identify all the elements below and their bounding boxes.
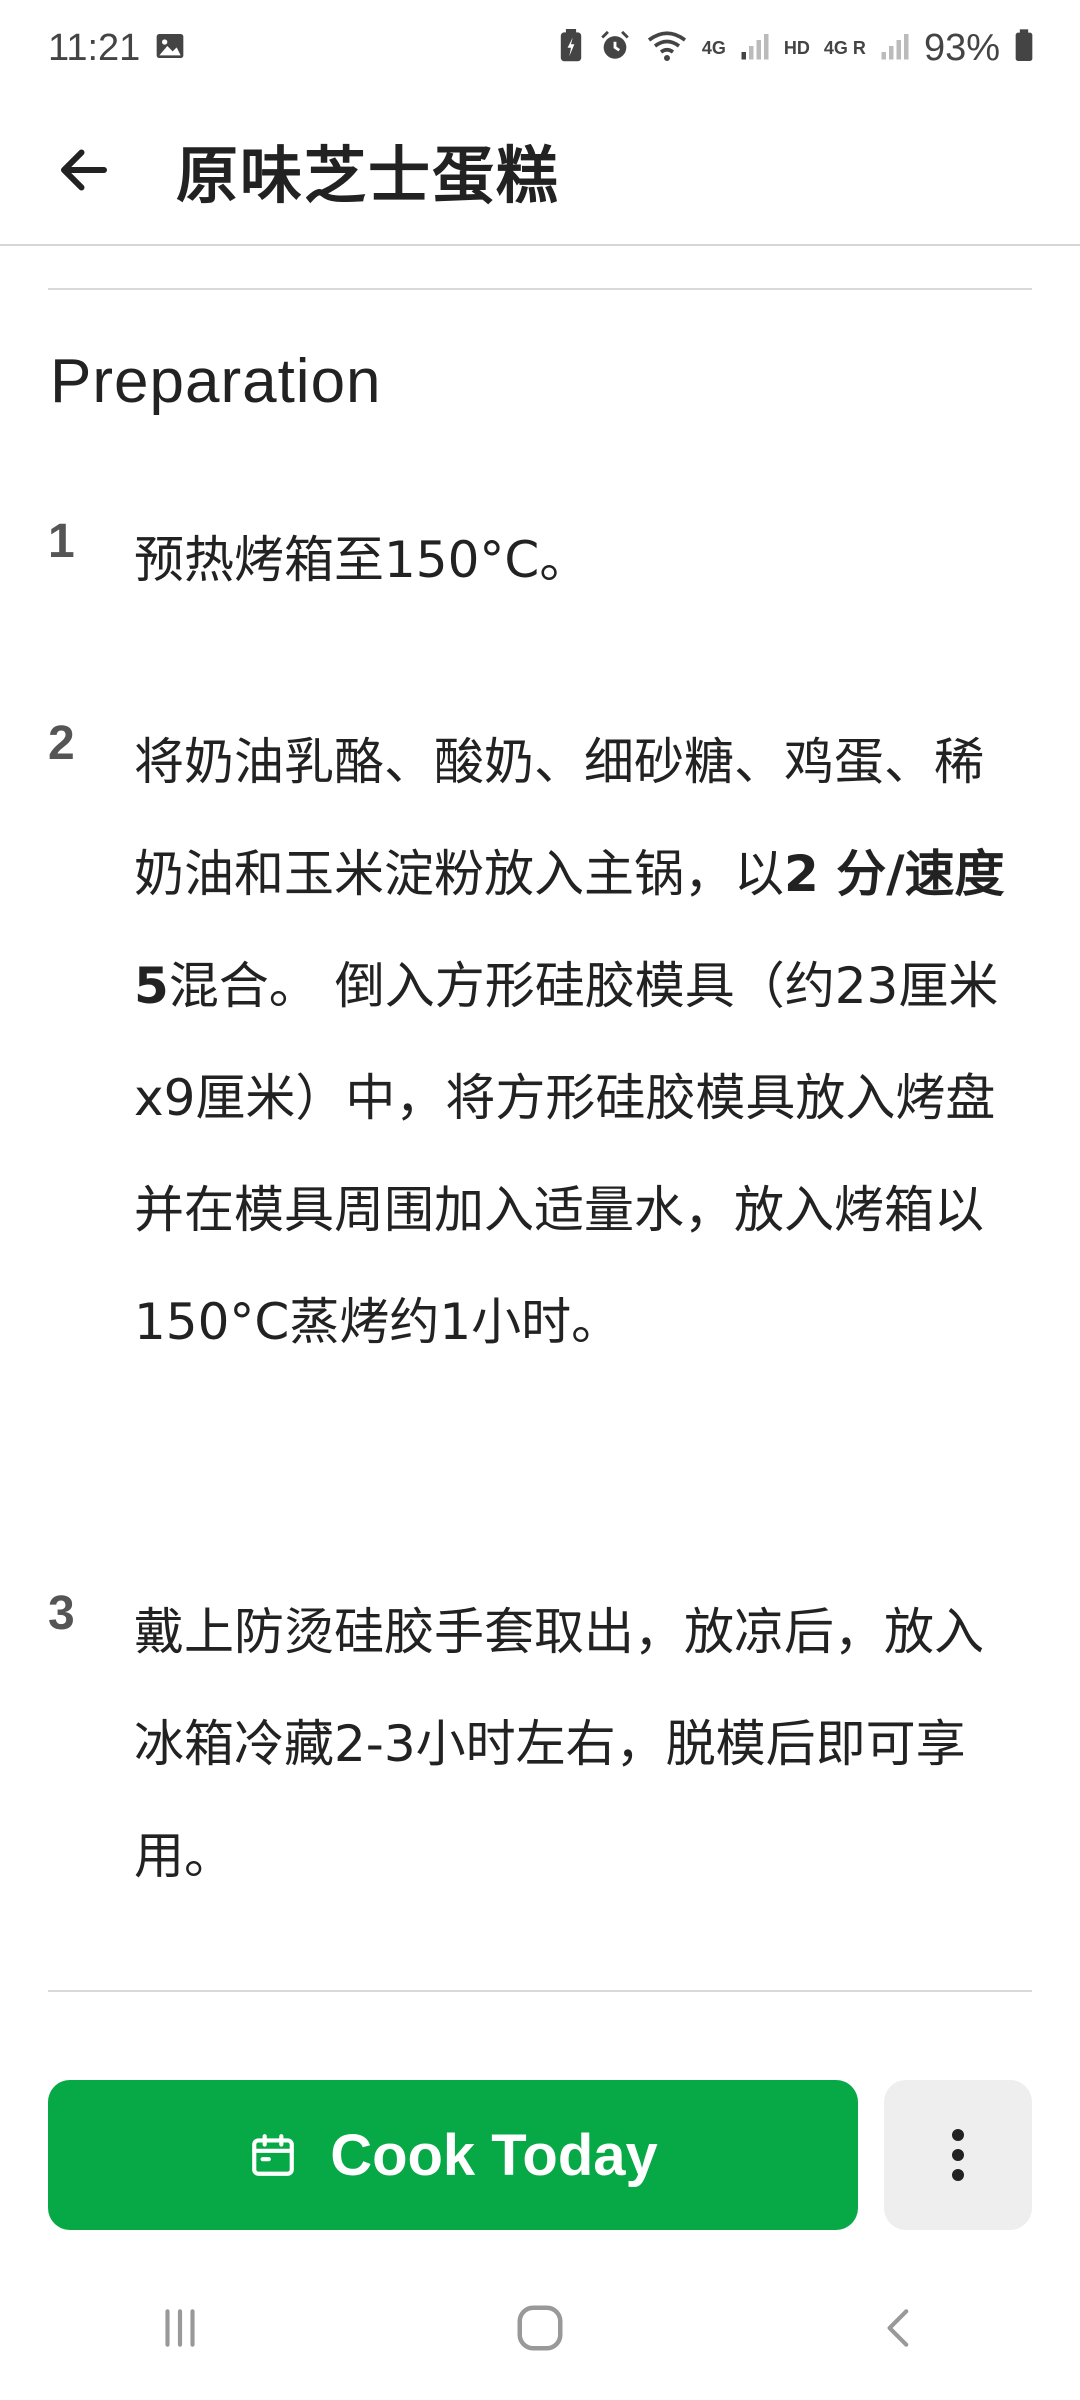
cook-today-label: Cook Today bbox=[330, 2122, 658, 2188]
alarm-icon bbox=[598, 29, 632, 67]
hd-label: HD bbox=[783, 37, 810, 58]
page-title: 原味芝士蛋糕 bbox=[176, 139, 561, 212]
recipe-content[interactable]: Preparation 1 预热烤箱至150°C。 2 将奶油乳酪、酸奶、细砂糖… bbox=[0, 246, 1080, 2056]
status-right: 4G HD 4G R 93% bbox=[558, 27, 1034, 70]
section-heading-preparation: Preparation bbox=[50, 347, 382, 416]
more-options-button[interactable] bbox=[884, 2080, 1032, 2230]
back-button[interactable] bbox=[34, 120, 134, 220]
screen: 11:21 4G HD 4G R 93% 原味芝士蛋糕 Preparation … bbox=[0, 0, 1080, 2400]
status-left: 11:21 bbox=[48, 27, 186, 70]
home-icon bbox=[517, 2305, 563, 2351]
step-text: 预热烤箱至150°C。 bbox=[134, 531, 590, 589]
step-number: 3 bbox=[48, 1587, 75, 1640]
chevron-back-icon bbox=[887, 2309, 909, 2347]
battery-saver-icon bbox=[558, 29, 584, 67]
battery-percent: 93% bbox=[923, 26, 1000, 69]
nav-home-button[interactable] bbox=[460, 2278, 620, 2378]
status-bar: 11:21 4G HD 4G R 93% bbox=[0, 0, 1080, 96]
nav-recents-button[interactable] bbox=[100, 2278, 260, 2378]
recents-icon bbox=[165, 2309, 195, 2347]
divider bbox=[48, 1990, 1032, 1992]
arrow-back-icon bbox=[61, 149, 107, 191]
network-4g-label: 4G bbox=[701, 37, 726, 58]
app-bar: 原味芝士蛋糕 bbox=[0, 96, 1080, 246]
step-text: 将奶油乳酪、酸奶、细砂糖、鸡蛋、稀奶油和玉米淀粉放入主锅，以2 分/速度 5混合… bbox=[134, 706, 1032, 1378]
gallery-icon bbox=[154, 30, 186, 66]
step-text: 戴上防烫硅胶手套取出，放凉后，放入冰箱冷藏2-3小时左右，脱模后即可享用。 bbox=[134, 1603, 984, 1885]
signal-icon bbox=[740, 31, 770, 65]
signal-icon-2 bbox=[880, 31, 910, 65]
nav-back-button[interactable] bbox=[820, 2278, 980, 2378]
step-number: 1 bbox=[48, 515, 75, 568]
cook-today-button[interactable]: Cook Today bbox=[48, 2080, 858, 2230]
battery-icon bbox=[1014, 29, 1034, 67]
wifi-icon bbox=[646, 29, 688, 67]
more-vertical-icon bbox=[952, 2129, 964, 2181]
divider bbox=[48, 288, 1032, 290]
system-nav-bar bbox=[0, 2256, 1080, 2400]
network-4g-r-label: 4G R bbox=[823, 37, 866, 58]
action-bar: Cook Today bbox=[0, 2056, 1080, 2256]
calendar-icon bbox=[252, 2134, 295, 2176]
step-text-after: 混合。 倒入方形硅胶模具（约23厘米x9厘米）中，将方形硅胶模具放入烤盘并在模具… bbox=[134, 957, 999, 1351]
status-time: 11:21 bbox=[48, 26, 141, 69]
step-number: 2 bbox=[48, 717, 75, 770]
